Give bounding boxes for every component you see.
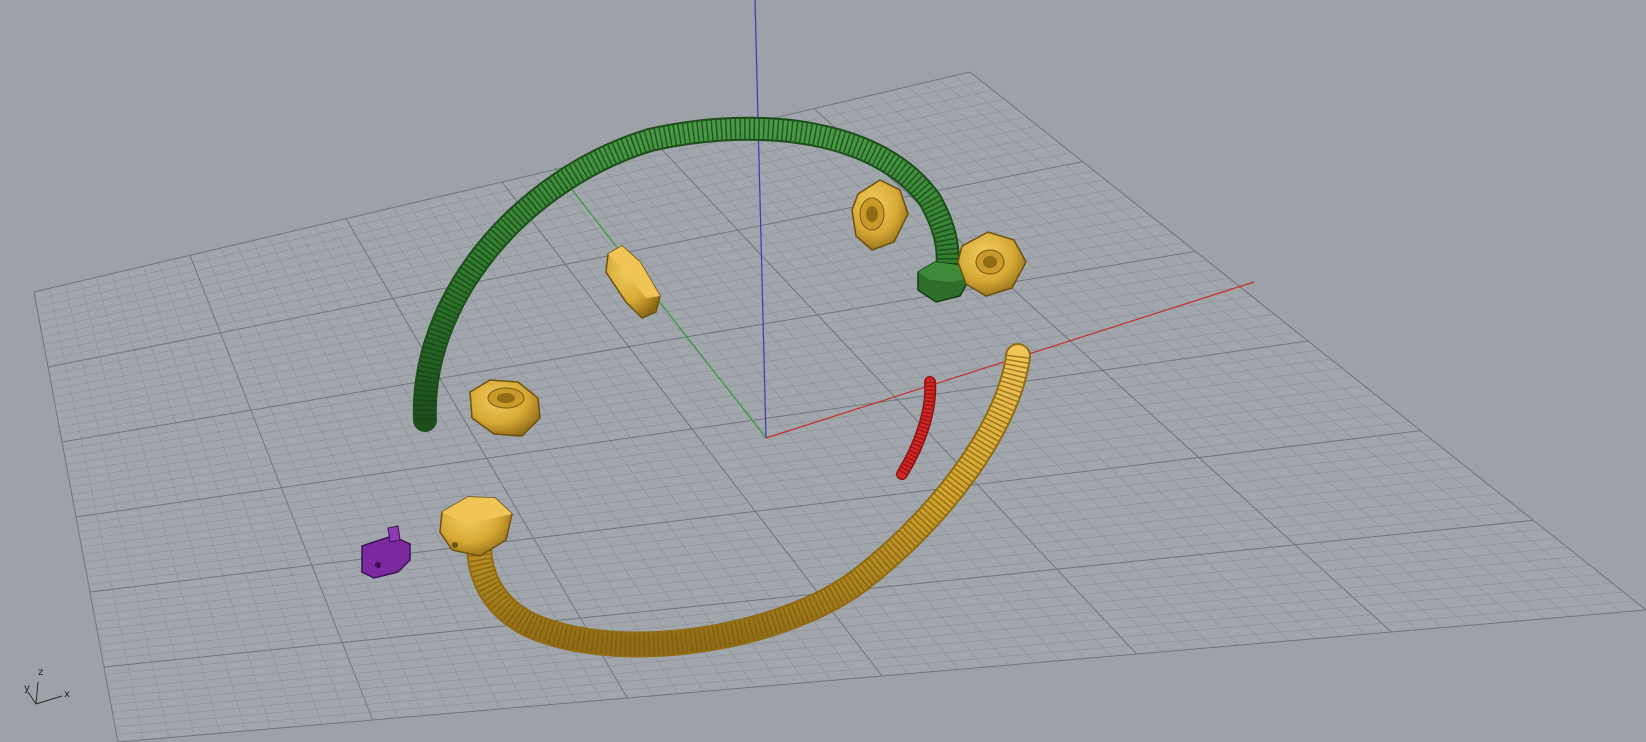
perspective-viewport[interactable]: z y x (0, 0, 1646, 742)
axis-orientation-gizmo: z y x (14, 668, 84, 718)
scene-canvas[interactable] (0, 0, 1646, 742)
gizmo-y-label: y (24, 683, 30, 694)
construction-grid (33, 71, 1646, 742)
gizmo-x-label: x (64, 689, 70, 700)
gizmo-z-label: z (38, 667, 44, 678)
